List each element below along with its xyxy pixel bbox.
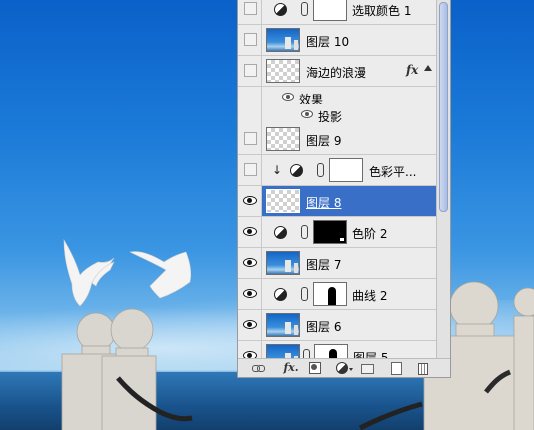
eye-icon[interactable] xyxy=(243,289,257,298)
layers-list: 选取颜色 1 图层 10 海边的浪漫 fx 效果 投影 图层 9 ↓ 色彩平..… xyxy=(238,0,436,358)
eye-icon[interactable] xyxy=(243,258,257,267)
layer-name[interactable]: 图层 7 xyxy=(306,256,341,273)
link-layers-icon[interactable] xyxy=(250,361,266,375)
layer-row-layer-6[interactable]: 图层 6 xyxy=(238,310,436,341)
add-mask-icon[interactable] xyxy=(308,361,321,375)
drop-shadow-eye-icon[interactable] xyxy=(301,110,313,118)
adjustment-layer-icon xyxy=(274,3,287,16)
dove-left xyxy=(63,238,115,307)
layer-thumbnail[interactable] xyxy=(266,251,300,275)
layer-thumbnail[interactable] xyxy=(266,344,300,358)
eye-icon[interactable] xyxy=(243,320,257,329)
visibility-cell[interactable] xyxy=(238,310,262,340)
layer-thumbnail[interactable] xyxy=(266,28,300,52)
chain-right xyxy=(358,401,423,430)
layer-row-selective-color[interactable]: 选取颜色 1 xyxy=(238,0,436,25)
layer-name[interactable]: 海边的浪漫 xyxy=(306,64,366,81)
link-chain-icon[interactable] xyxy=(317,163,324,177)
visibility-cell[interactable] xyxy=(238,25,262,55)
layer-thumbnail[interactable] xyxy=(266,127,300,151)
layer-mask-thumbnail[interactable] xyxy=(329,158,363,182)
visibility-toggle[interactable] xyxy=(244,33,257,46)
visibility-cell[interactable] xyxy=(238,155,262,185)
layer-name[interactable]: 选取颜色 1 xyxy=(352,2,411,19)
layer-name[interactable]: 曲线 2 xyxy=(352,287,387,304)
layer-row-layer-5[interactable]: 图层 5 xyxy=(238,341,436,358)
dove-right xyxy=(129,251,192,299)
layer-row-layer-8[interactable]: 图层 8 xyxy=(238,186,436,217)
layer-name[interactable]: 图层 10 xyxy=(306,33,349,50)
pillar-left xyxy=(61,308,157,430)
layer-name[interactable]: 色阶 2 xyxy=(352,225,387,242)
visibility-cell[interactable] xyxy=(238,186,262,216)
layer-name[interactable]: 图层 6 xyxy=(306,318,341,335)
layer-row-levels-2[interactable]: 色阶 2 xyxy=(238,217,436,248)
scrollbar-thumb[interactable] xyxy=(439,2,448,212)
layer-name[interactable]: 色彩平... xyxy=(369,163,416,180)
link-chain-icon[interactable] xyxy=(301,2,308,16)
layers-toolbar: fx. xyxy=(238,358,450,377)
layers-scrollbar[interactable] xyxy=(436,0,450,358)
visibility-toggle[interactable] xyxy=(244,64,257,77)
effect-label: 投影 xyxy=(318,110,343,124)
adjustment-layer-icon xyxy=(274,226,287,239)
visibility-cell[interactable] xyxy=(238,248,262,278)
layer-thumbnail[interactable] xyxy=(266,189,300,213)
effect-row-drop-shadow[interactable]: 投影 xyxy=(238,104,436,126)
collapse-effects-arrow-icon[interactable] xyxy=(424,65,432,71)
visibility-toggle[interactable] xyxy=(244,132,257,145)
adjustment-caret-icon xyxy=(349,368,353,371)
layer-name[interactable]: 图层 5 xyxy=(353,349,388,358)
layer-row-layer-9[interactable]: 图层 9 xyxy=(238,124,436,155)
visibility-cell[interactable] xyxy=(238,341,262,358)
adjustment-layer-icon xyxy=(290,164,303,177)
trash-icon[interactable] xyxy=(415,361,429,375)
visibility-toggle[interactable] xyxy=(244,163,257,176)
link-chain-icon[interactable] xyxy=(303,349,310,358)
layer-row-color-balance[interactable]: ↓ 色彩平... xyxy=(238,155,436,186)
layer-name[interactable]: 图层 8 xyxy=(306,194,341,211)
visibility-toggle[interactable] xyxy=(244,2,257,15)
eye-icon[interactable] xyxy=(243,351,257,358)
visibility-cell[interactable] xyxy=(238,124,262,154)
effects-eye-icon[interactable] xyxy=(282,93,294,101)
clipping-arrow-icon: ↓ xyxy=(272,163,283,177)
adjustment-layer-icon xyxy=(274,288,287,301)
new-layer-icon[interactable] xyxy=(389,361,403,375)
visibility-cell xyxy=(238,104,262,125)
layer-thumbnail[interactable] xyxy=(266,313,300,337)
add-style-button[interactable]: fx. xyxy=(280,361,302,375)
layer-row-layer-7[interactable]: 图层 7 xyxy=(238,248,436,279)
layer-mask-thumbnail[interactable] xyxy=(313,282,347,306)
new-group-icon[interactable] xyxy=(360,361,374,375)
layer-name[interactable]: 图层 9 xyxy=(306,132,341,149)
visibility-cell[interactable] xyxy=(238,0,262,24)
layer-row-curves-2[interactable]: 曲线 2 xyxy=(238,279,436,310)
link-chain-icon[interactable] xyxy=(301,225,308,239)
link-chain-icon[interactable] xyxy=(301,287,308,301)
layer-mask-thumbnail[interactable] xyxy=(313,220,347,244)
visibility-cell[interactable] xyxy=(238,217,262,247)
fx-icon[interactable]: fx xyxy=(406,63,418,77)
layer-thumbnail[interactable] xyxy=(266,59,300,83)
visibility-cell[interactable] xyxy=(238,56,262,86)
layer-mask-thumbnail[interactable] xyxy=(313,0,347,21)
layers-panel: 选取颜色 1 图层 10 海边的浪漫 fx 效果 投影 图层 9 ↓ 色彩平..… xyxy=(237,0,451,378)
layer-row-layer-10[interactable]: 图层 10 xyxy=(238,25,436,56)
layer-row-seaside-romance[interactable]: 海边的浪漫 fx xyxy=(238,56,436,87)
eye-icon[interactable] xyxy=(243,196,257,205)
eye-icon[interactable] xyxy=(243,227,257,236)
layer-mask-thumbnail[interactable] xyxy=(314,344,348,358)
visibility-cell[interactable] xyxy=(238,279,262,309)
